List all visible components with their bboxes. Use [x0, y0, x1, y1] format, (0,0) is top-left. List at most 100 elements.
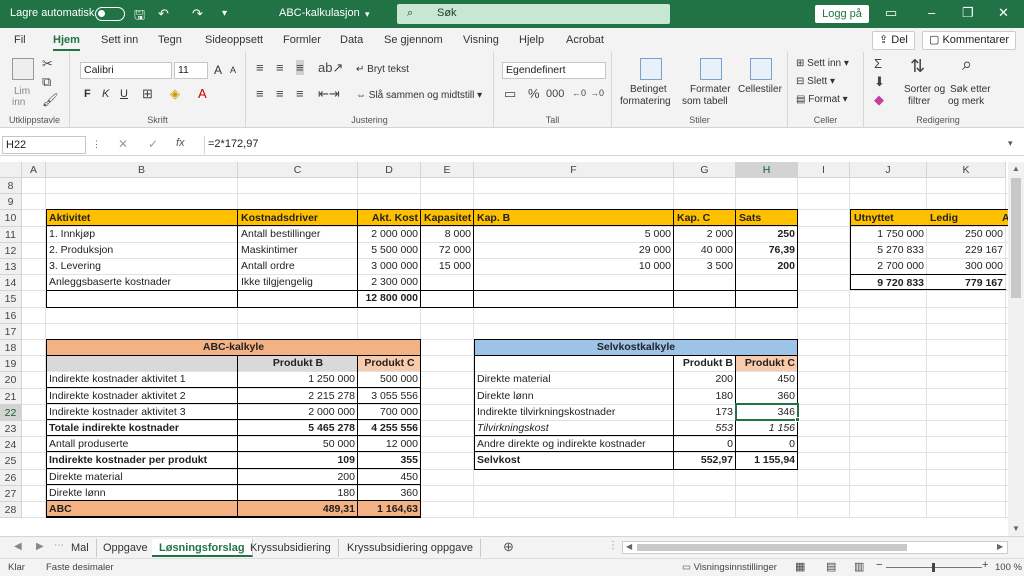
close-button[interactable]: ✕ [998, 5, 1009, 21]
autosum-icon[interactable]: Σ [874, 56, 882, 71]
minimize-button[interactable]: – [928, 5, 935, 20]
side-total[interactable]: 779 167 [927, 274, 1006, 291]
enter-icon[interactable]: ✓ [148, 137, 158, 151]
sheet-tab-0[interactable]: Mal [64, 539, 97, 557]
cell-styles-icon[interactable] [750, 58, 772, 80]
scroll-right-icon[interactable]: ▶ [997, 542, 1003, 551]
row-header-22[interactable]: 22 [0, 404, 22, 421]
format-painter-icon[interactable]: 🖌 [42, 92, 59, 108]
column-header-g[interactable]: G [674, 162, 736, 178]
row-header-24[interactable]: 24 [0, 437, 22, 454]
worksheet-grid[interactable]: A B C D E F G H I J K 8 9 10 11 12 13 14 15 16 17 18 19 20 21 22 2… [0, 162, 1008, 536]
underline-button[interactable]: U [120, 88, 128, 100]
conditional-formatting-label[interactable]: Betinget [630, 84, 667, 95]
sheet-tab-2[interactable]: Løsningsforslag [152, 539, 253, 557]
row-header-8[interactable]: 8 [0, 178, 22, 195]
cut-icon[interactable]: ✂ [42, 56, 53, 72]
percent-icon[interactable]: % [528, 86, 540, 101]
column-header-a[interactable]: A [22, 162, 46, 178]
side-cell[interactable]: 229 167 [927, 242, 1006, 258]
accounting-icon[interactable]: ▭ [504, 86, 516, 102]
column-header-d[interactable]: D [358, 162, 421, 178]
indent-icon[interactable]: ⇤⇥ [318, 86, 340, 102]
scroll-down-icon[interactable]: ▼ [1012, 524, 1020, 533]
side-header[interactable]: Utnyttet [850, 209, 927, 226]
sheet-tab-3[interactable]: Kryssubsidiering [243, 539, 339, 557]
format-as-table-label[interactable]: Formater [690, 84, 731, 95]
row-header-28[interactable]: 28 [0, 502, 22, 519]
scroll-left-icon[interactable]: ◀ [626, 542, 632, 551]
align-middle-icon[interactable]: ≡ [276, 60, 284, 75]
row-header-14[interactable]: 14 [0, 275, 22, 292]
zoom-slider-thumb[interactable] [932, 563, 935, 572]
tab-sideoppsett[interactable]: Sideoppsett [205, 34, 263, 46]
row-header-17[interactable]: 17 [0, 323, 22, 340]
align-top-icon[interactable]: ≡ [256, 60, 264, 75]
add-sheet-icon[interactable]: ⊕ [503, 539, 514, 555]
comma-style-icon[interactable]: 000 [546, 88, 564, 100]
tab-tegn[interactable]: Tegn [158, 34, 182, 46]
fill-handle[interactable] [795, 417, 800, 422]
font-color-icon[interactable]: A [198, 86, 207, 101]
side-total[interactable]: 9 720 833 [850, 274, 927, 291]
align-bottom-icon[interactable]: ≡ [296, 60, 304, 75]
share-button[interactable]: ⇪ Del [872, 31, 915, 50]
redo-icon[interactable]: ↷ [192, 6, 203, 22]
italic-button[interactable]: K [102, 88, 109, 100]
delete-cells-button[interactable]: ⊟ Slett ▾ [796, 76, 835, 87]
zoom-in-icon[interactable]: + [982, 559, 988, 571]
horizontal-scrollbar[interactable]: ◀ ▶ [622, 541, 1008, 554]
sort-filter-label[interactable]: Sorter og [904, 84, 945, 95]
tab-data[interactable]: Data [340, 34, 363, 46]
vertical-scroll-thumb[interactable] [1011, 178, 1021, 298]
copy-icon[interactable]: ⧉ [42, 74, 51, 90]
column-header-h[interactable]: H [736, 162, 798, 178]
tab-hjem[interactable]: Hjem [53, 34, 80, 51]
customize-qa-icon[interactable]: ▾ [222, 8, 227, 19]
row-header-9[interactable]: 9 [0, 194, 22, 211]
row-header-20[interactable]: 20 [0, 372, 22, 389]
side-header[interactable]: Ledig [927, 209, 1006, 226]
search-box[interactable]: ⌕ Søk [397, 4, 670, 24]
tab-hjelp[interactable]: Hjelp [519, 34, 544, 46]
row-header-13[interactable]: 13 [0, 259, 22, 276]
formula-input[interactable]: =2*172,97 [204, 136, 1020, 154]
autosave-toggle[interactable] [95, 7, 125, 21]
align-right-icon[interactable]: ≡ [296, 86, 304, 101]
align-center-icon[interactable]: ≡ [276, 86, 284, 101]
fill-icon[interactable]: ⬇ [874, 74, 885, 90]
cancel-icon[interactable]: ✕ [118, 137, 128, 151]
sort-filter-icon[interactable]: ⇅ [910, 56, 925, 77]
scroll-up-icon[interactable]: ▲ [1012, 164, 1020, 173]
wrap-text-button[interactable]: ↵ Bryt tekst [356, 64, 409, 75]
side-cell[interactable]: 300 000 [927, 258, 1006, 274]
font-size-box[interactable]: 11 [174, 62, 208, 79]
fill-color-icon[interactable]: ◈ [170, 86, 180, 102]
find-select-icon[interactable]: ⌕ [962, 54, 972, 75]
more-sheets-icon[interactable]: ⋯ [54, 540, 64, 551]
column-header-f[interactable]: F [474, 162, 674, 178]
side-header-extra[interactable]: A [1000, 209, 1008, 226]
sheet-tab-4[interactable]: Kryssubsidiering oppgave [340, 539, 481, 557]
row-header-11[interactable]: 11 [0, 226, 22, 243]
row-header-27[interactable]: 27 [0, 485, 22, 502]
page-break-icon[interactable]: ▥ [854, 560, 864, 573]
row-header-23[interactable]: 23 [0, 421, 22, 438]
row-header-21[interactable]: 21 [0, 388, 22, 405]
next-sheet-icon[interactable]: ▶ [36, 541, 44, 552]
clear-icon[interactable]: ◆ [874, 92, 884, 108]
format-as-table-icon[interactable] [700, 58, 722, 80]
conditional-formatting-label-2[interactable]: formatering [620, 96, 671, 107]
column-header-c[interactable]: C [238, 162, 358, 178]
shrink-font-button[interactable]: A [230, 65, 236, 75]
insert-function-icon[interactable]: fx [176, 137, 185, 149]
view-settings-button[interactable]: ▭ Visningsinnstillinger [682, 562, 777, 573]
page-layout-icon[interactable]: ▤ [826, 560, 836, 573]
row-header-19[interactable]: 19 [0, 356, 22, 373]
cell-styles-label[interactable]: Cellestiler [738, 84, 782, 95]
side-cell[interactable]: 1 750 000 [850, 225, 927, 242]
sheet-tab-1[interactable]: Oppgave [96, 539, 156, 557]
expand-formula-icon[interactable]: ▾ [1008, 138, 1013, 149]
zoom-out-icon[interactable]: − [876, 559, 882, 571]
format-cells-button[interactable]: ▤ Format ▾ [796, 94, 848, 105]
